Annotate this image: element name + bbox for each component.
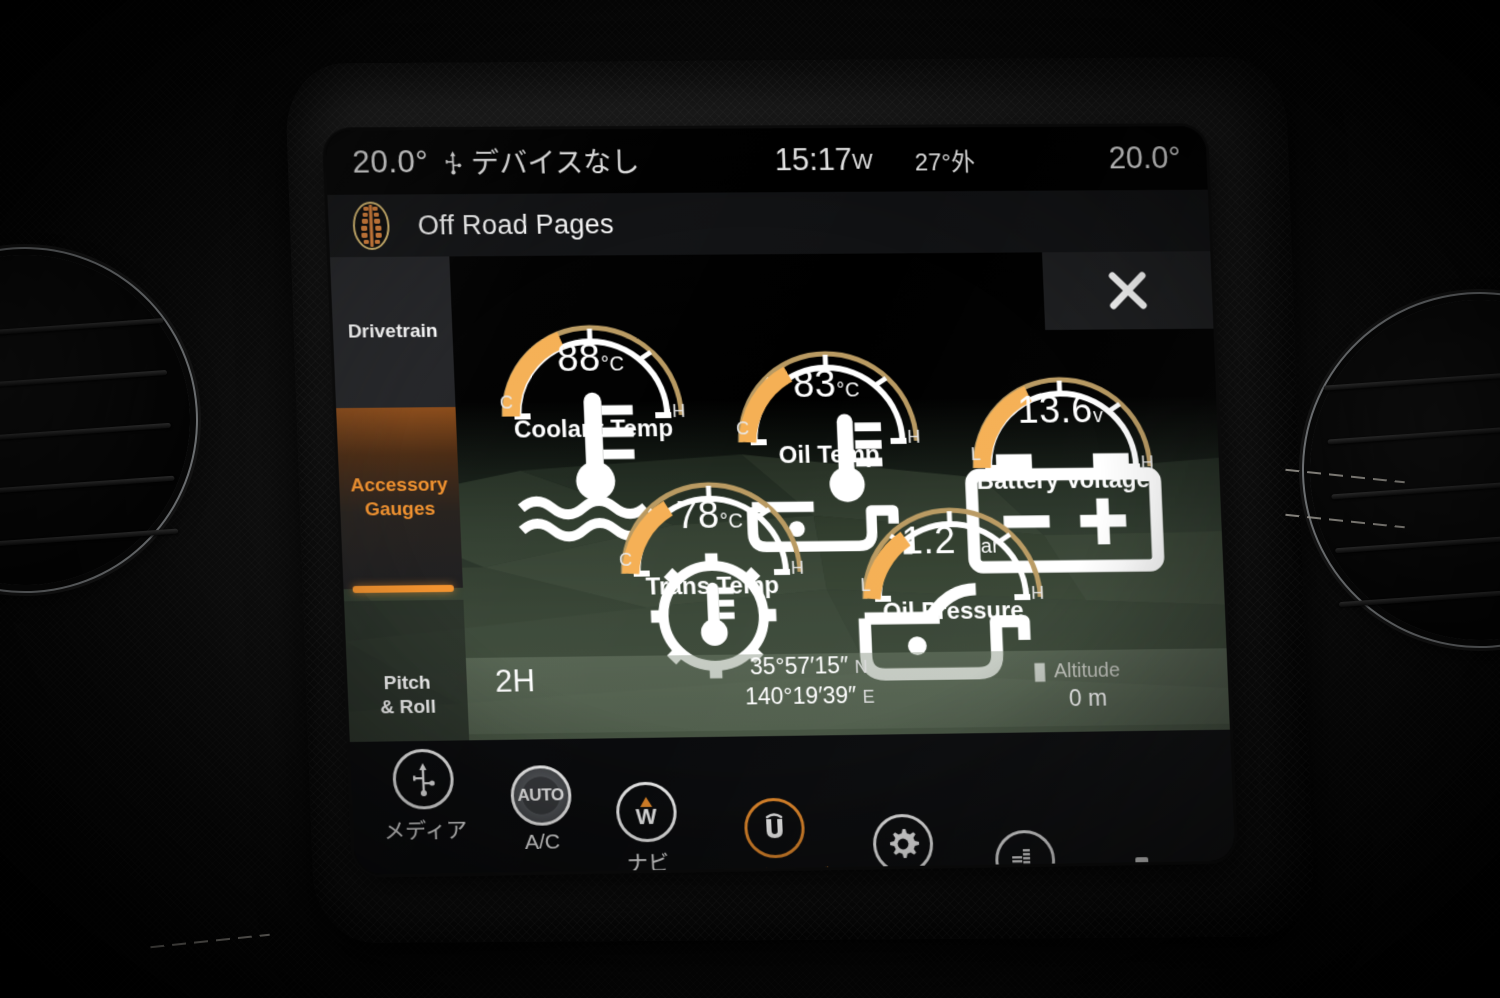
photo-vignette	[0, 0, 1500, 998]
dashboard-background: 20.0° デバイスなし 15:17W 27°外 20.0°	[0, 0, 1500, 998]
